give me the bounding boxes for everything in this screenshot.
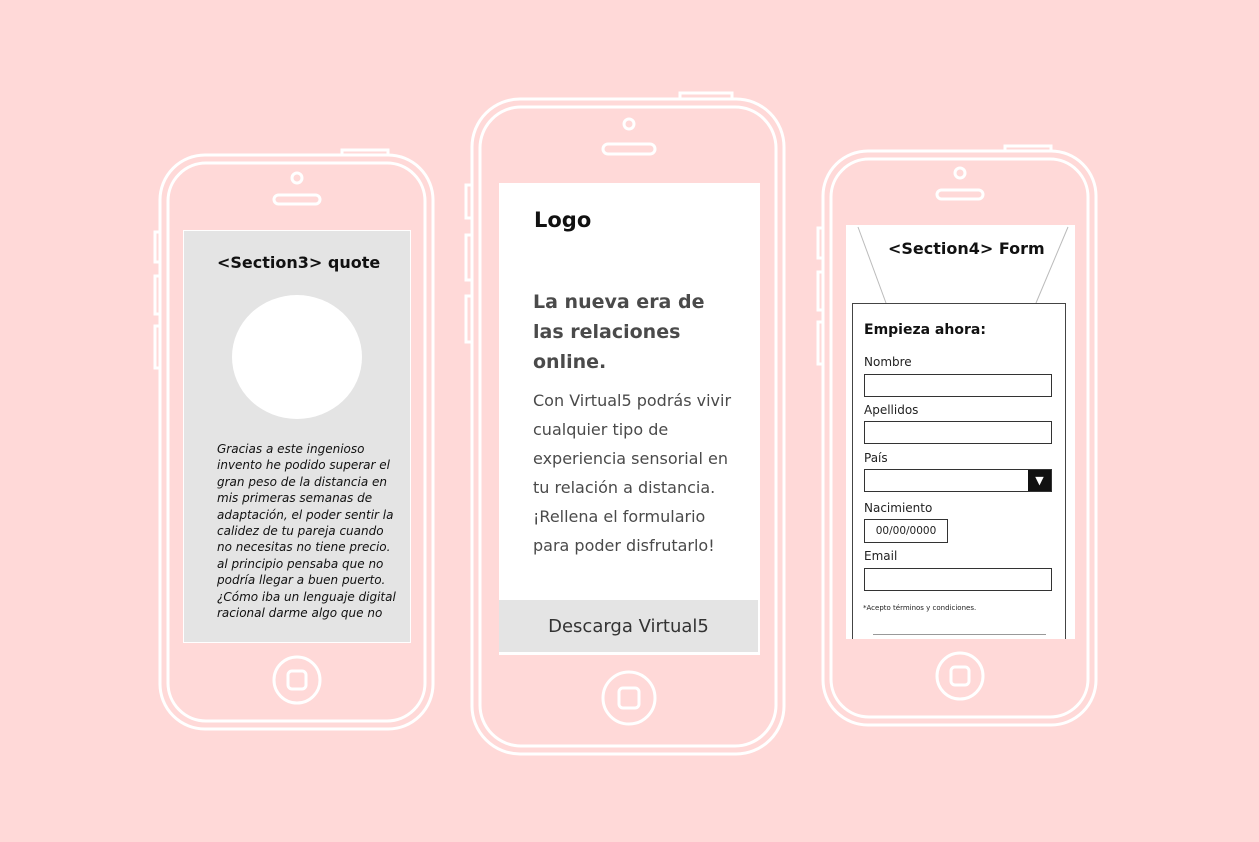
- nombre-label: Nombre: [864, 355, 912, 369]
- terms-checkbox-label[interactable]: *Acepto términos y condiciones.: [863, 604, 976, 612]
- hero-body-text: Con Virtual5 podrás vivir cualquier tipo…: [533, 391, 732, 555]
- hero-headline: La nueva era de las relaciones online.: [533, 291, 705, 373]
- apellidos-input[interactable]: [864, 421, 1052, 444]
- download-button[interactable]: Descarga Virtual5: [499, 600, 758, 652]
- testimonial-quote: Gracias a este ingenioso invento he podi…: [217, 442, 396, 621]
- apellidos-label: Apellidos: [864, 403, 919, 417]
- pais-label: País: [864, 451, 888, 465]
- pais-select[interactable]: ▼: [864, 469, 1052, 492]
- email-label: Email: [864, 549, 898, 563]
- hero-screen: Logo La nueva era de las relaciones onli…: [499, 183, 760, 655]
- logo[interactable]: Logo: [534, 208, 591, 232]
- nacimiento-label: Nacimiento: [864, 501, 933, 515]
- section-title: <Section4> Form: [888, 239, 1045, 258]
- section-title: <Section3> quote: [217, 253, 381, 272]
- nacimiento-date-input[interactable]: 00/00/0000: [864, 519, 948, 543]
- header-decoration-lines: [857, 226, 1069, 304]
- avatar-placeholder: [232, 295, 362, 419]
- section3-quote-screen: <Section3> quote Gracias a este ingenios…: [183, 230, 411, 643]
- section4-form-screen: <Section4> Form Empieza ahora: Nombre Ap…: [846, 225, 1075, 639]
- nombre-input[interactable]: [864, 374, 1052, 397]
- triangle-down-icon[interactable]: ▼: [1028, 470, 1051, 491]
- signup-form: Empieza ahora: Nombre Apellidos País ▼ N…: [852, 303, 1066, 639]
- form-title: Empieza ahora:: [864, 322, 986, 338]
- email-input[interactable]: [864, 568, 1052, 591]
- divider: [873, 634, 1046, 635]
